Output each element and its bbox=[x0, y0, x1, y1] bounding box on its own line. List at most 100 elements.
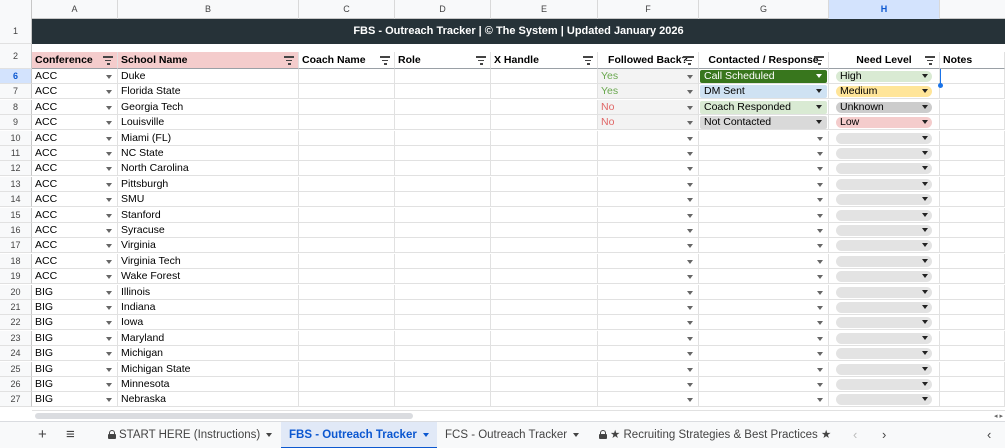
notes-cell[interactable] bbox=[940, 223, 1005, 238]
contacted-response-cell[interactable] bbox=[699, 269, 829, 285]
row-header[interactable]: 19 bbox=[0, 269, 32, 285]
row-header[interactable]: 17 bbox=[0, 238, 32, 254]
dropdown-arrow-icon[interactable] bbox=[687, 398, 693, 403]
need-level-cell[interactable] bbox=[829, 176, 940, 192]
role-cell[interactable] bbox=[395, 223, 491, 238]
x-handle-cell[interactable] bbox=[491, 377, 598, 392]
dropdown-arrow-icon[interactable] bbox=[922, 335, 928, 340]
contacted-response-cell[interactable]: Not Contacted bbox=[699, 115, 829, 131]
conference-cell[interactable]: ACC bbox=[32, 84, 118, 100]
need-level-cell[interactable] bbox=[829, 161, 940, 177]
all-sheets-menu-icon[interactable]: ≡ bbox=[66, 427, 75, 443]
coach-name-cell[interactable] bbox=[299, 253, 395, 269]
column-header-d[interactable]: D bbox=[395, 0, 491, 19]
dropdown-arrow-icon[interactable] bbox=[922, 351, 928, 356]
dropdown-arrow-icon[interactable] bbox=[687, 321, 693, 326]
coach-name-cell[interactable] bbox=[299, 130, 395, 146]
dropdown-arrow-icon[interactable] bbox=[817, 367, 823, 372]
row-header[interactable]: 8 bbox=[0, 99, 32, 115]
dropdown-arrow-icon[interactable] bbox=[106, 306, 112, 310]
need-level-chip[interactable]: Low bbox=[836, 117, 932, 129]
dropdown-arrow-icon[interactable] bbox=[817, 336, 823, 341]
conference-cell[interactable]: ACC bbox=[32, 115, 118, 131]
column-header-g[interactable]: G bbox=[699, 0, 829, 19]
need-level-cell[interactable] bbox=[829, 269, 940, 285]
followed-back-cell[interactable] bbox=[598, 176, 699, 192]
contacted-response-cell[interactable]: DM Sent bbox=[699, 84, 829, 100]
contacted-response-cell[interactable] bbox=[699, 223, 829, 238]
need-level-cell[interactable] bbox=[829, 330, 940, 346]
school-name-cell[interactable]: SMU bbox=[118, 192, 299, 208]
need-level-cell[interactable] bbox=[829, 377, 940, 392]
conference-cell[interactable]: ACC bbox=[32, 238, 118, 254]
dropdown-arrow-icon[interactable] bbox=[922, 320, 928, 325]
dropdown-arrow-icon[interactable] bbox=[106, 90, 112, 95]
need-level-chip[interactable] bbox=[836, 178, 932, 190]
conference-cell[interactable]: ACC bbox=[32, 99, 118, 115]
scroll-tabs-left-icon[interactable]: ‹ bbox=[853, 427, 857, 442]
dropdown-arrow-icon[interactable] bbox=[922, 258, 928, 263]
school-name-cell[interactable]: Florida State bbox=[118, 84, 299, 100]
x-handle-cell[interactable] bbox=[491, 315, 598, 331]
followed-back-cell[interactable] bbox=[598, 330, 699, 346]
followed-back-cell[interactable] bbox=[598, 377, 699, 392]
dropdown-arrow-icon[interactable] bbox=[106, 182, 112, 187]
row-header[interactable]: 12 bbox=[0, 161, 32, 177]
contacted-response-cell[interactable] bbox=[699, 315, 829, 331]
row-header-2[interactable]: 2 bbox=[0, 44, 32, 69]
x-handle-cell[interactable] bbox=[491, 346, 598, 362]
notes-cell[interactable] bbox=[940, 330, 1005, 346]
select-all-corner[interactable] bbox=[0, 0, 32, 19]
role-cell[interactable] bbox=[395, 284, 491, 300]
dropdown-arrow-icon[interactable] bbox=[106, 213, 112, 218]
role-cell[interactable] bbox=[395, 146, 491, 161]
x-handle-cell[interactable] bbox=[491, 330, 598, 346]
notes-cell[interactable] bbox=[940, 161, 1005, 177]
school-name-cell[interactable]: Virginia Tech bbox=[118, 253, 299, 269]
notes-cell[interactable] bbox=[940, 253, 1005, 269]
contacted-response-cell[interactable] bbox=[699, 300, 829, 315]
need-level-cell[interactable] bbox=[829, 207, 940, 223]
dropdown-arrow-icon[interactable] bbox=[687, 383, 693, 387]
followed-back-cell[interactable]: No bbox=[598, 99, 699, 115]
dropdown-arrow-icon[interactable] bbox=[816, 74, 822, 78]
dropdown-arrow-icon[interactable] bbox=[687, 244, 693, 249]
need-level-cell[interactable]: High bbox=[829, 69, 940, 84]
filter-icon[interactable] bbox=[284, 56, 294, 65]
school-name-cell[interactable]: Illinois bbox=[118, 284, 299, 300]
need-level-chip[interactable] bbox=[836, 225, 932, 236]
tab-fcs-outreach-tracker[interactable]: FCS - Outreach Tracker bbox=[437, 422, 587, 448]
conference-cell[interactable]: ACC bbox=[32, 192, 118, 208]
followed-back-cell[interactable] bbox=[598, 130, 699, 146]
coach-name-cell[interactable] bbox=[299, 315, 395, 331]
contacted-response-cell[interactable]: Coach Responded bbox=[699, 99, 829, 115]
contacted-response-cell[interactable] bbox=[699, 361, 829, 377]
need-level-chip[interactable] bbox=[836, 332, 932, 344]
role-cell[interactable] bbox=[395, 346, 491, 362]
x-handle-cell[interactable] bbox=[491, 192, 598, 208]
header-coach-name[interactable]: Coach Name bbox=[299, 52, 395, 69]
notes-cell[interactable] bbox=[940, 238, 1005, 254]
row-header[interactable]: 24 bbox=[0, 346, 32, 362]
row-header[interactable]: 6 bbox=[0, 69, 32, 84]
need-level-chip[interactable] bbox=[836, 394, 932, 406]
column-header-a[interactable]: A bbox=[32, 0, 118, 19]
school-name-cell[interactable]: Georgia Tech bbox=[118, 99, 299, 115]
row-header[interactable]: 11 bbox=[0, 146, 32, 161]
need-level-chip[interactable] bbox=[836, 379, 932, 390]
need-level-cell[interactable] bbox=[829, 361, 940, 377]
coach-name-cell[interactable] bbox=[299, 284, 395, 300]
dropdown-arrow-icon[interactable] bbox=[817, 198, 823, 203]
role-cell[interactable] bbox=[395, 130, 491, 146]
dropdown-arrow-icon[interactable] bbox=[816, 120, 822, 125]
header-notes[interactable]: Notes bbox=[940, 52, 1005, 69]
column-header-h[interactable]: H bbox=[829, 0, 940, 19]
school-name-cell[interactable]: Stanford bbox=[118, 207, 299, 223]
school-name-cell[interactable]: Pittsburgh bbox=[118, 176, 299, 192]
header-followed-back[interactable]: Followed Back? bbox=[598, 52, 699, 69]
school-name-cell[interactable]: Nebraska bbox=[118, 392, 299, 408]
school-name-cell[interactable]: Michigan bbox=[118, 346, 299, 362]
row-header[interactable]: 18 bbox=[0, 253, 32, 269]
need-level-cell[interactable] bbox=[829, 253, 940, 269]
dropdown-arrow-icon[interactable] bbox=[817, 321, 823, 326]
